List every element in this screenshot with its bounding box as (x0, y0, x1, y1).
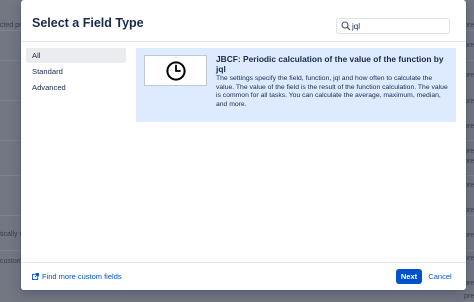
find-more-label: Find more custom fields (42, 272, 122, 281)
bg-snippet: pre (464, 293, 474, 300)
category-sidebar: All Standard Advanced (26, 48, 126, 96)
field-type-results: JBCF: Periodic calculation of the value … (136, 48, 456, 122)
cancel-button[interactable]: Cancel (426, 269, 454, 284)
field-type-thumbnail (144, 55, 207, 86)
field-type-option[interactable]: JBCF: Periodic calculation of the value … (136, 48, 456, 122)
dialog-title: Select a Field Type (32, 16, 144, 30)
search-input[interactable] (352, 20, 448, 32)
find-more-custom-fields-link[interactable]: Find more custom fields (32, 272, 122, 281)
clock-icon (166, 61, 186, 81)
external-link-icon (32, 273, 39, 280)
sidebar-item-standard[interactable]: Standard (26, 64, 126, 79)
field-type-title: JBCF: Periodic calculation of the value … (216, 54, 444, 74)
select-field-type-dialog: Select a Field Type All Standard Advance… (21, 0, 466, 290)
search-icon (341, 21, 351, 31)
search-box[interactable] (336, 18, 450, 34)
dialog-header: Select a Field Type (21, 0, 466, 42)
dialog-footer: Find more custom fields Next Cancel (21, 262, 466, 290)
sidebar-item-advanced[interactable]: Advanced (26, 80, 126, 95)
field-type-description: The settings specify the field, function… (216, 75, 448, 108)
next-button[interactable]: Next (396, 269, 422, 284)
bg-snippet: tically u (0, 231, 24, 238)
bg-snippet: custom (0, 258, 23, 265)
sidebar-item-all[interactable]: All (26, 48, 126, 63)
